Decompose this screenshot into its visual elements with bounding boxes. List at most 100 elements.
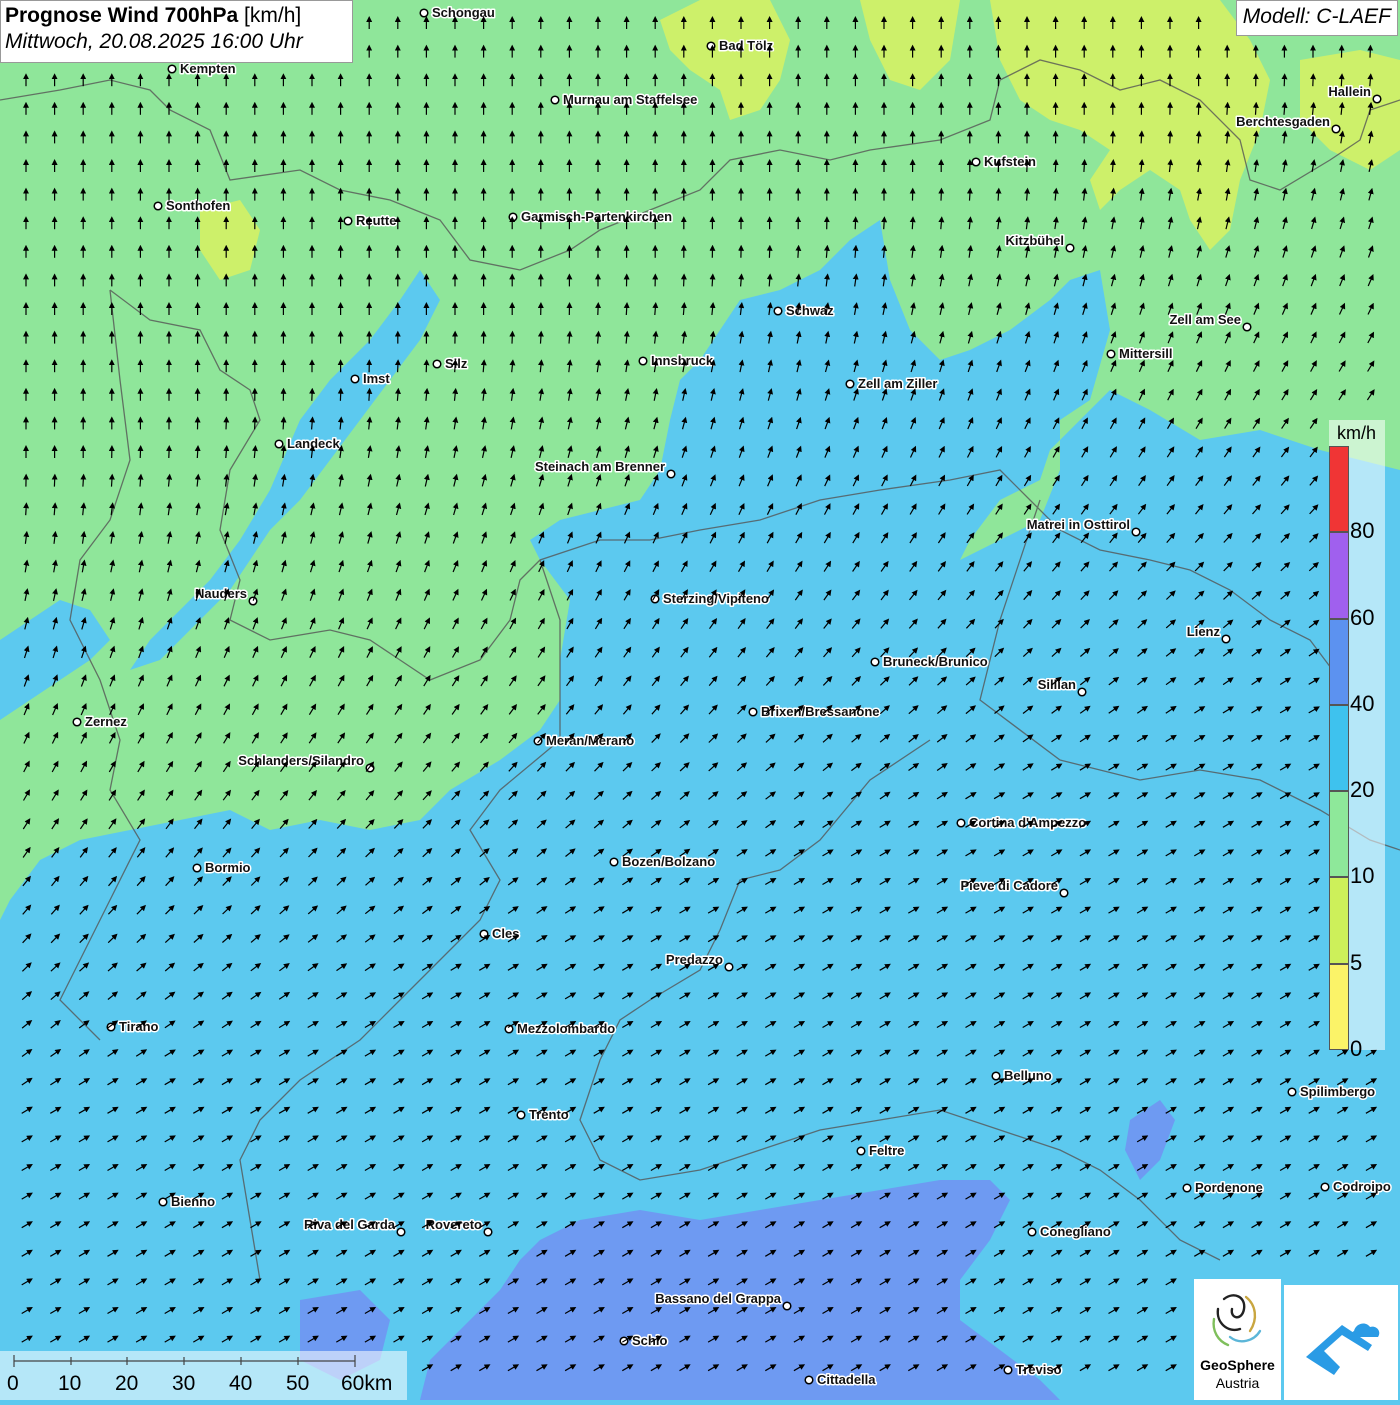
city-label: Mittersill: [1119, 346, 1172, 361]
city-marker: [1332, 125, 1340, 133]
city-marker: [749, 708, 757, 716]
city-marker: [774, 307, 782, 315]
legend-swatch: [1329, 705, 1349, 791]
wind-arrow: [312, 419, 313, 429]
legend-swatch: [1329, 877, 1349, 963]
weather-app-logo[interactable]: [1284, 1285, 1398, 1400]
wind-arrow: [1055, 162, 1056, 172]
city-label: Codroipo: [1333, 1179, 1391, 1194]
wind-arrow: [1198, 133, 1199, 143]
wind-arrow: [1341, 76, 1342, 86]
wind-arrow: [83, 477, 84, 487]
city-marker: [551, 96, 559, 104]
wind-arrow: [1170, 133, 1171, 143]
title-box: Prognose Wind 700hPa [km/h] Mittwoch, 20…: [0, 0, 353, 63]
city-label: Cortina d'Ampezzo: [969, 815, 1086, 830]
legend-swatch: [1329, 791, 1349, 877]
wind-arrow: [1112, 162, 1113, 172]
wind-arrow: [1370, 76, 1371, 86]
wind-arrow: [1227, 105, 1228, 115]
city-label: Rovereto: [426, 1217, 482, 1232]
wind-arrow: [140, 477, 141, 487]
city-label: Pieve di Cadore: [960, 878, 1058, 893]
color-legend: km/h 806040201050: [1329, 420, 1385, 1050]
wind-arrow: [626, 305, 627, 315]
legend-swatch: [1329, 619, 1349, 705]
city-marker: [857, 1147, 865, 1155]
wind-arrow: [683, 305, 684, 315]
city-marker: [957, 819, 965, 827]
city-label: Brixen/Bressanone: [761, 704, 880, 719]
city-label: Bormio: [205, 860, 251, 875]
wind-arrow: [712, 276, 713, 286]
wind-arrow: [769, 276, 770, 286]
city-label: Meran/Merano: [546, 733, 634, 748]
legend-swatch: [1329, 532, 1349, 618]
city-marker: [484, 1228, 492, 1236]
wind-arrow: [397, 391, 398, 401]
scale-label: 50: [286, 1372, 309, 1396]
scale-label: 40: [229, 1372, 252, 1396]
legend-label: 20: [1350, 777, 1374, 803]
city-marker: [249, 597, 257, 605]
geosphere-mark-icon: [1194, 1279, 1281, 1357]
legend-label: 60: [1350, 605, 1374, 631]
city-marker: [846, 380, 854, 388]
city-marker: [667, 470, 675, 478]
wind-arrow: [970, 191, 971, 201]
geosphere-logo[interactable]: GeoSphere Austria: [1194, 1279, 1281, 1400]
city-label: Kitzbühel: [1006, 233, 1065, 248]
city-marker: [154, 202, 162, 210]
city-label: Garmisch-Partenkirchen: [521, 209, 672, 224]
city-label: Sterzing/Vipiteno: [663, 591, 769, 606]
city-label: Hallein: [1328, 84, 1371, 99]
legend-label: 40: [1350, 691, 1374, 717]
legend-swatch: [1329, 964, 1349, 1050]
wind-arrow: [655, 305, 656, 315]
city-marker: [159, 1198, 167, 1206]
city-label: Schongau: [432, 5, 495, 20]
city-marker: [707, 42, 715, 50]
city-marker: [871, 658, 879, 666]
legend-swatch: [1329, 446, 1349, 532]
city-label: Murnau am Staffelsee: [563, 92, 697, 107]
city-label: Zernez: [85, 714, 127, 729]
wind-arrow: [226, 448, 227, 458]
city-marker: [168, 65, 176, 73]
scale-bar: 0 10 20 30 40 50 60km: [0, 1351, 407, 1400]
city-label: Bienno: [171, 1194, 215, 1209]
city-marker: [193, 864, 201, 872]
city-label: Bruneck/Brunico: [883, 654, 988, 669]
city-marker: [344, 217, 352, 225]
city-marker: [1132, 528, 1140, 536]
city-marker: [1028, 1228, 1036, 1236]
city-marker: [972, 158, 980, 166]
legend-unit: km/h: [1337, 423, 1376, 444]
city-marker: [1288, 1088, 1296, 1096]
city-label: Zell am Ziller: [858, 376, 937, 391]
city-marker: [1222, 635, 1230, 643]
city-label: Schlanders/Silandro: [238, 753, 364, 768]
wind-arrow: [1141, 133, 1142, 143]
city-marker: [1060, 889, 1068, 897]
wind-arrow: [197, 448, 198, 458]
city-marker: [275, 440, 283, 448]
model-label: Modell: C-LAEF: [1236, 0, 1398, 36]
wind-arrow: [569, 334, 570, 344]
legend-label: 0: [1350, 1036, 1362, 1062]
wind-arrow: [26, 505, 27, 515]
wind-arrow: [1027, 191, 1028, 201]
city-marker: [1321, 1183, 1329, 1191]
city-label: Imst: [363, 371, 390, 386]
city-marker: [509, 213, 517, 221]
city-label: Innsbruck: [651, 353, 714, 368]
wind-arrow: [541, 334, 542, 344]
city-label: Nauders: [195, 586, 247, 601]
city-label: Conegliano: [1040, 1224, 1111, 1239]
city-label: Kempten: [180, 61, 236, 76]
city-label: Riva del Garda: [304, 1217, 396, 1232]
city-label: Lienz: [1187, 624, 1221, 639]
city-marker: [397, 1228, 405, 1236]
city-label: Sillian: [1038, 677, 1076, 692]
city-label: Matrei in Osttirol: [1027, 517, 1130, 532]
